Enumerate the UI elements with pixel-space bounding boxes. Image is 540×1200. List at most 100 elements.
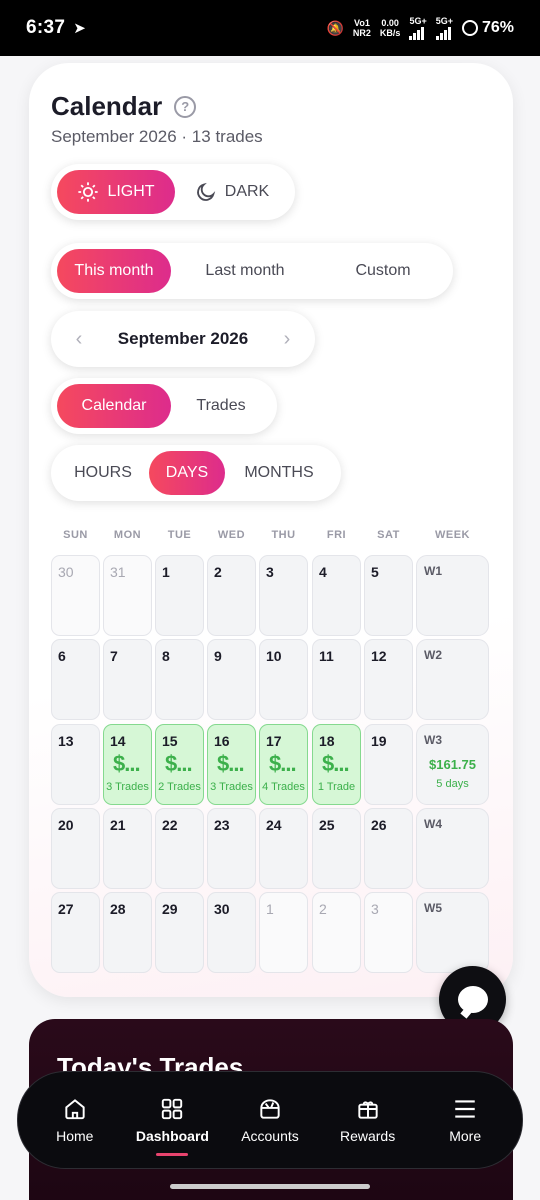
calendar-day[interactable]: 14 $... 3 Trades [103,724,152,805]
day-number: 5 [371,564,379,580]
theme-light-label: LIGHT [107,183,155,200]
week-summary[interactable]: W4 [416,808,489,889]
day-number: 24 [266,817,282,833]
day-number: 4 [319,564,327,580]
signal-icon [435,26,453,40]
battery: 76% [461,19,514,37]
week-label: W1 [424,564,442,578]
calendar-day[interactable]: 18 $... 1 Trade [312,724,361,805]
calendar-day[interactable]: 23 [207,808,256,889]
calendar-day[interactable]: 29 [155,892,204,973]
gift-icon [357,1101,378,1119]
calendar-day[interactable]: 26 [364,808,413,889]
range-custom[interactable]: Custom [319,249,447,293]
calendar-day[interactable]: 11 [312,639,361,720]
nav-home[interactable]: Home [29,1096,121,1144]
week-summary[interactable]: W3 $161.75 5 days [416,724,489,805]
weekday-header-week: WEEK [435,529,470,541]
nav-accounts[interactable]: Accounts [224,1096,316,1144]
calendar-day[interactable]: 1 [155,555,204,636]
calendar-day[interactable]: 13 [51,724,100,805]
help-icon[interactable]: ? [174,95,197,118]
nav-rewards[interactable]: Rewards [322,1096,414,1144]
signal-2: 5G+ [435,16,453,40]
day-number: 3 [266,564,274,580]
day-trade-count: 3 Trades [106,781,149,793]
calendar-day[interactable]: 16 $... 3 Trades [207,724,256,805]
calendar-day[interactable]: 9 [207,639,256,720]
day-pnl: $... [165,751,193,776]
range-last-month[interactable]: Last month [171,249,319,293]
calendar-day[interactable]: 5 [364,555,413,636]
day-pnl: $... [113,751,141,776]
day-number: 22 [162,817,178,833]
calendar-day[interactable]: 3 [364,892,413,973]
calendar-day[interactable]: 10 [259,639,308,720]
day-number: 2 [319,901,327,917]
home-icon [65,1099,85,1120]
calendar-day[interactable]: 7 [103,639,152,720]
calendar-day[interactable]: 6 [51,639,100,720]
day-number: 19 [371,733,387,749]
status-indicators: 🔕 Vo1 NR2 0.00 KB/s 5G+ 5G+ 76% [326,16,514,40]
battery-icon [461,20,478,36]
week-label: W3 [424,733,442,747]
calendar-day[interactable]: 17 $... 4 Trades [259,724,308,805]
theme-dark-label: DARK [224,183,270,200]
granularity-hours[interactable]: HOURS [57,451,149,495]
month-navigator: ‹ September 2026 › [51,311,315,367]
moon-icon [196,182,215,201]
theme-light-button[interactable]: LIGHT [57,170,175,214]
calendar-day[interactable]: 8 [155,639,204,720]
nav-more[interactable]: More [419,1096,511,1144]
view-calendar[interactable]: Calendar [57,384,171,428]
day-number: 9 [214,648,222,664]
calendar-day[interactable]: 1 [259,892,308,973]
calendar-day[interactable]: 30 [51,555,100,636]
calendar-day[interactable]: 28 [103,892,152,973]
calendar-day[interactable]: 25 [312,808,361,889]
theme-dark-button[interactable]: DARK [175,170,289,214]
weekday-header-thu: THU [271,529,296,541]
calendar-day[interactable]: 2 [312,892,361,973]
day-trade-count: 2 Trades [158,781,201,793]
view-trades[interactable]: Trades [171,384,271,428]
calendar-day[interactable]: 20 [51,808,100,889]
granularity-days[interactable]: DAYS [149,451,225,495]
prev-month-icon[interactable]: ‹ [61,328,97,351]
calendar-day[interactable]: 2 [207,555,256,636]
calendar-day[interactable]: 12 [364,639,413,720]
day-number: 28 [110,901,126,917]
calendar-day[interactable]: 24 [259,808,308,889]
day-number: 16 [214,733,230,749]
day-number: 14 [110,733,126,749]
calendar-day[interactable]: 4 [312,555,361,636]
calendar-day[interactable]: 31 [103,555,152,636]
day-number: 30 [214,901,230,917]
week-summary[interactable]: W1 [416,555,489,636]
range-this-month[interactable]: This month [57,249,171,293]
calendar-day[interactable]: 22 [155,808,204,889]
day-number: 12 [371,648,387,664]
day-number: 20 [58,817,74,833]
day-number: 31 [110,564,126,580]
granularity-months[interactable]: MONTHS [225,451,333,495]
signal-icon [409,26,426,40]
next-month-icon[interactable]: › [269,328,305,351]
weekday-header-fri: FRI [326,529,347,541]
day-number: 29 [162,901,178,917]
day-number: 3 [371,901,379,917]
calendar-day[interactable]: 21 [103,808,152,889]
week-label: W5 [424,901,442,915]
wallet-icon [260,1099,280,1119]
calendar-day[interactable]: 15 $... 2 Trades [155,724,204,805]
menu-icon [455,1100,475,1118]
week-summary[interactable]: W2 [416,639,489,720]
calendar-day[interactable]: 19 [364,724,413,805]
nav-dashboard[interactable]: Dashboard [126,1096,218,1156]
calendar-day[interactable]: 3 [259,555,308,636]
nav-rewards-label: Rewards [339,1128,396,1144]
calendar-day[interactable]: 30 [207,892,256,973]
week-summary[interactable]: W5 [416,892,489,973]
calendar-day[interactable]: 27 [51,892,100,973]
